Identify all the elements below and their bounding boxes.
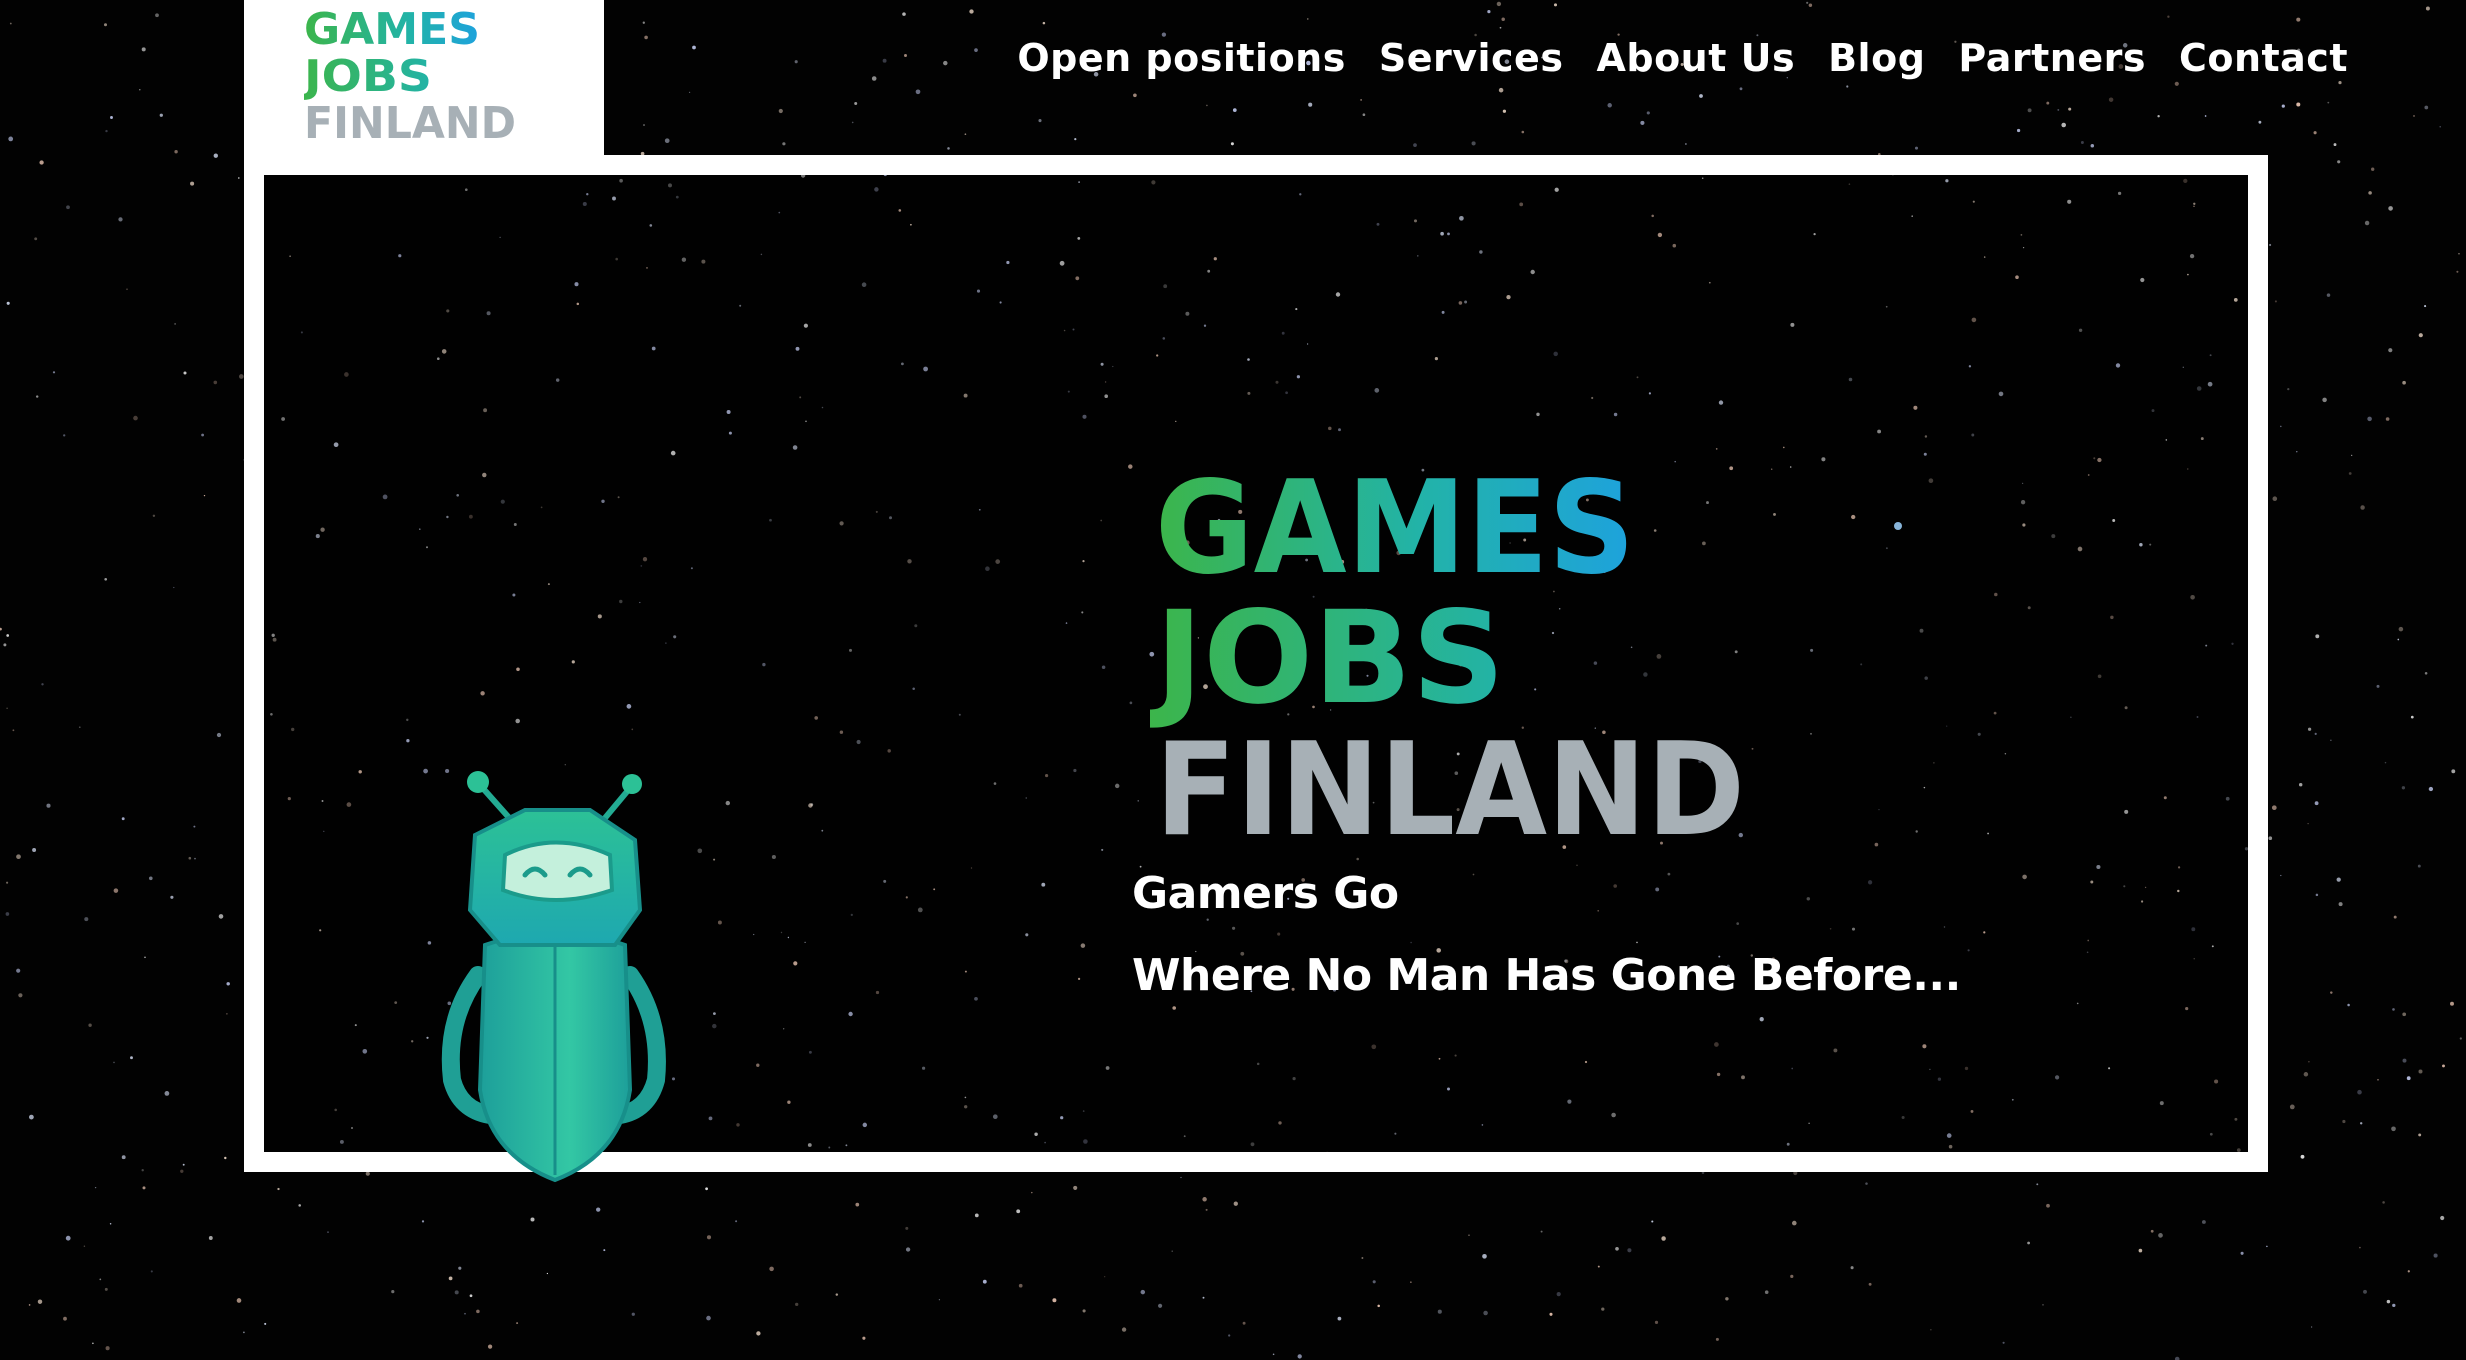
nav-open-positions[interactable]: Open positions [1017,36,1345,80]
hero-logo-games: GAMES [1155,462,1635,603]
hero-logo-jobs: JOBS [1150,584,1505,733]
nav-contact[interactable]: Contact [2179,36,2348,80]
logo-line-finland: FINLAND [304,98,516,144]
hero-tagline-line1: Gamers Go [1132,868,1399,919]
page: GAMES JOBS FINLAND Open positions Servic… [0,0,2466,1360]
logo-line-games: GAMES [304,4,480,55]
nav-services[interactable]: Services [1379,36,1564,80]
games-jobs-finland-logo: GAMES JOBS FINLAND [304,4,516,144]
hero-tagline-line2: Where No Man Has Gone Before... [1132,950,1961,1001]
hero-logo: GAMES JOBS FINLAND [1150,462,1745,842]
robot-mascot-icon [441,771,666,1183]
nav-blog[interactable]: Blog [1828,36,1925,80]
nav-about-us[interactable]: About Us [1596,36,1795,80]
hero-logo-finland: FINLAND [1155,716,1745,842]
nav-partners[interactable]: Partners [1958,36,2146,80]
main-navigation: Open positions Services About Us Blog Pa… [1017,36,2348,80]
header-logo-link[interactable]: GAMES JOBS FINLAND [244,0,604,155]
logo-line-jobs: JOBS [304,51,432,102]
